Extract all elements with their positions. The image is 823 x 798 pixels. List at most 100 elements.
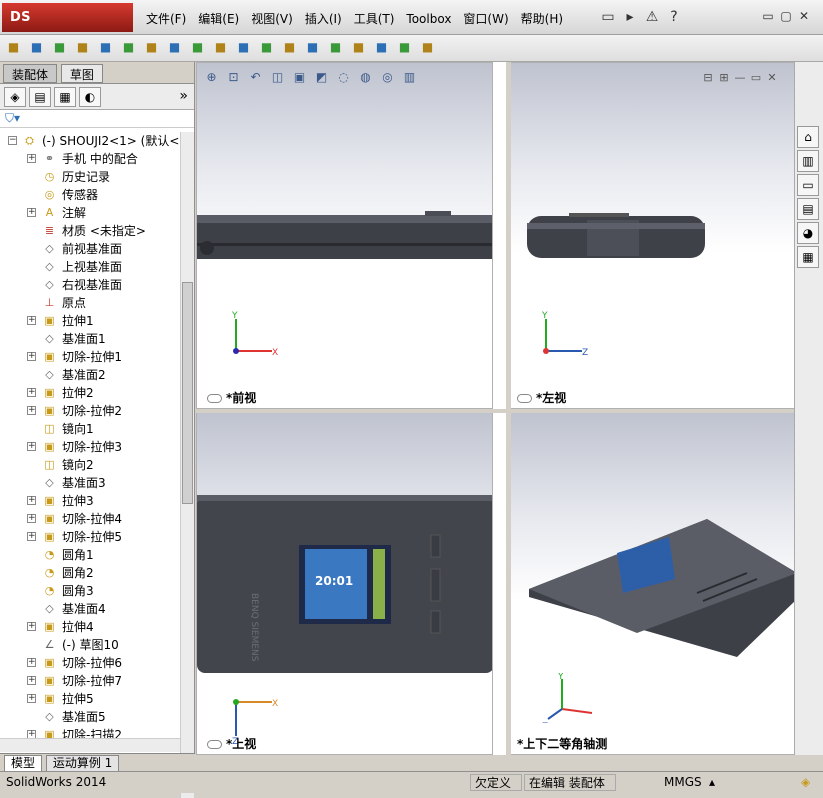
- tree-root[interactable]: − ⛭ (-) SHOUJI2<1> (默认<<默认: [0, 132, 180, 150]
- design-library-icon[interactable]: ▥: [797, 150, 819, 172]
- show-hidden-icon[interactable]: ■: [119, 37, 138, 58]
- expand-icon[interactable]: +: [27, 622, 36, 631]
- tree-item[interactable]: + A 注解: [0, 204, 180, 222]
- expand-icon[interactable]: +: [27, 532, 36, 541]
- help-icon[interactable]: ?: [663, 7, 685, 27]
- configurationmanager-icon[interactable]: ▦: [54, 87, 76, 107]
- new-icon[interactable]: ▭: [597, 7, 619, 27]
- open-icon[interactable]: ▸: [619, 7, 641, 27]
- tree-item[interactable]: ◫ 镜向2: [0, 456, 180, 474]
- viewport-front[interactable]: Y X *前视: [196, 62, 493, 409]
- expand-icon[interactable]: +: [27, 694, 36, 703]
- expand-icon[interactable]: +: [27, 208, 36, 217]
- split-vertical-icon[interactable]: ⊞: [716, 71, 732, 85]
- close-icon[interactable]: ✕: [795, 7, 813, 25]
- tag-icon[interactable]: ◈: [797, 774, 817, 791]
- viewport-horizontal-splitter[interactable]: [196, 409, 794, 413]
- tree-item[interactable]: + ▣ 拉伸1: [0, 312, 180, 330]
- linear-pattern-icon[interactable]: ■: [50, 37, 69, 58]
- smart-fasteners-icon[interactable]: ■: [73, 37, 92, 58]
- minimize-icon[interactable]: —: [732, 71, 748, 85]
- expand-icon[interactable]: +: [27, 658, 36, 667]
- display-style-icon[interactable]: ◩: [312, 68, 331, 87]
- expand-icon[interactable]: +: [27, 352, 36, 361]
- collapse-icon[interactable]: −: [8, 136, 17, 145]
- propertymanager-icon[interactable]: ▤: [29, 87, 51, 107]
- status-units[interactable]: MMGS: [660, 774, 702, 791]
- minimize-icon[interactable]: ▭: [759, 7, 777, 25]
- tree-item[interactable]: ◇ 基准面1: [0, 330, 180, 348]
- instant3d-icon[interactable]: ■: [395, 37, 414, 58]
- tree-item[interactable]: ⊥ 原点: [0, 294, 180, 312]
- expand-icon[interactable]: +: [27, 514, 36, 523]
- tree-item[interactable]: + ▣ 切除-拉伸1: [0, 348, 180, 366]
- solidworks-resources-icon[interactable]: ⌂: [797, 126, 819, 148]
- zoom-to-area-icon[interactable]: ⊡: [224, 68, 243, 87]
- solidworks-logo[interactable]: DS SOLIDWORKS: [2, 3, 133, 54]
- split-horizontal-icon[interactable]: ⊟: [700, 71, 716, 85]
- tree-item[interactable]: + ▣ 拉伸5: [0, 690, 180, 708]
- tab-assembly[interactable]: 装配体: [3, 64, 58, 83]
- scrollbar-thumb[interactable]: [182, 282, 193, 504]
- expand-icon[interactable]: +: [27, 316, 36, 325]
- tree-item[interactable]: ◇ 前视基准面: [0, 240, 180, 258]
- expand-icon[interactable]: +: [27, 496, 36, 505]
- tree-item[interactable]: + ▣ 切除-拉伸7: [0, 672, 180, 690]
- hole-alignment-icon[interactable]: ■: [326, 37, 345, 58]
- tree-item[interactable]: ◇ 上视基准面: [0, 258, 180, 276]
- tree-vertical-scrollbar[interactable]: [180, 132, 194, 798]
- apply-scene-icon[interactable]: ◎: [378, 68, 397, 87]
- view-palette-icon[interactable]: ▤: [797, 198, 819, 220]
- tree-item[interactable]: ◇ 基准面2: [0, 366, 180, 384]
- displaymanager-icon[interactable]: ◐: [79, 87, 101, 107]
- menu-item-7[interactable]: 帮助(H): [521, 10, 563, 27]
- tree-item[interactable]: ◷ 历史记录: [0, 168, 180, 186]
- menu-item-6[interactable]: 窗口(W): [463, 10, 508, 27]
- exploded-view-icon[interactable]: ■: [234, 37, 253, 58]
- tree-item[interactable]: ◎ 传感器: [0, 186, 180, 204]
- clearance-verification-icon[interactable]: ■: [303, 37, 322, 58]
- assembly-features-icon[interactable]: ■: [142, 37, 161, 58]
- measure-icon[interactable]: ■: [349, 37, 368, 58]
- tree-item[interactable]: + ▣ 切除-拉伸5: [0, 528, 180, 546]
- tree-item[interactable]: + ▣ 拉伸2: [0, 384, 180, 402]
- tree-item[interactable]: + ▣ 拉伸4: [0, 618, 180, 636]
- zoom-to-fit-icon[interactable]: ⊕: [202, 68, 221, 87]
- previous-view-icon[interactable]: ↶: [246, 68, 265, 87]
- chevron-right-icon[interactable]: »: [179, 88, 188, 104]
- insert-component-icon[interactable]: ■: [4, 37, 23, 58]
- tree-item[interactable]: ≣ 材质 <未指定>: [0, 222, 180, 240]
- tree-item[interactable]: + ▣ 切除-拉伸3: [0, 438, 180, 456]
- restore-icon[interactable]: ▢: [777, 7, 795, 25]
- expand-icon[interactable]: +: [27, 676, 36, 685]
- mate-icon[interactable]: ■: [27, 37, 46, 58]
- appearances-icon[interactable]: ◕: [797, 222, 819, 244]
- close-icon[interactable]: ✕: [764, 71, 780, 85]
- tree-item[interactable]: ◫ 镜向1: [0, 420, 180, 438]
- snapshot-icon[interactable]: ■: [418, 37, 437, 58]
- viewport-top[interactable]: 20:01 BENQ SIEMENS X Z *上视: [196, 412, 493, 755]
- explode-line-sketch-icon[interactable]: ■: [257, 37, 276, 58]
- tree-item[interactable]: + ▣ 切除-拉伸6: [0, 654, 180, 672]
- reference-geometry-icon[interactable]: ■: [165, 37, 184, 58]
- viewport-left[interactable]: Y Z *左视: [506, 62, 803, 409]
- menu-item-4[interactable]: 工具(T): [354, 10, 395, 27]
- tree-item[interactable]: ◇ 右视基准面: [0, 276, 180, 294]
- tree-item[interactable]: ∠ (-) 草图10: [0, 636, 180, 654]
- tab-model[interactable]: 模型: [4, 755, 43, 772]
- expand-icon[interactable]: +: [27, 388, 36, 397]
- tree-item[interactable]: ◔ 圆角1: [0, 546, 180, 564]
- tree-item[interactable]: ◔ 圆角3: [0, 582, 180, 600]
- menu-item-5[interactable]: Toolbox: [406, 12, 451, 26]
- file-explorer-icon[interactable]: ▭: [797, 174, 819, 196]
- bill-of-materials-icon[interactable]: ■: [211, 37, 230, 58]
- tree-item[interactable]: + ▣ 拉伸3: [0, 492, 180, 510]
- rebuild-warning-icon[interactable]: ⚠: [641, 7, 663, 27]
- interference-detection-icon[interactable]: ■: [280, 37, 299, 58]
- tree-item[interactable]: + ▣ 切除-拉伸4: [0, 510, 180, 528]
- menu-item-1[interactable]: 编辑(E): [198, 10, 239, 27]
- tree-item[interactable]: ◇ 基准面4: [0, 600, 180, 618]
- featuremanager-icon[interactable]: ◈: [4, 87, 26, 107]
- new-motion-study-icon[interactable]: ■: [188, 37, 207, 58]
- units-arrow-icon[interactable]: ▴: [705, 774, 725, 791]
